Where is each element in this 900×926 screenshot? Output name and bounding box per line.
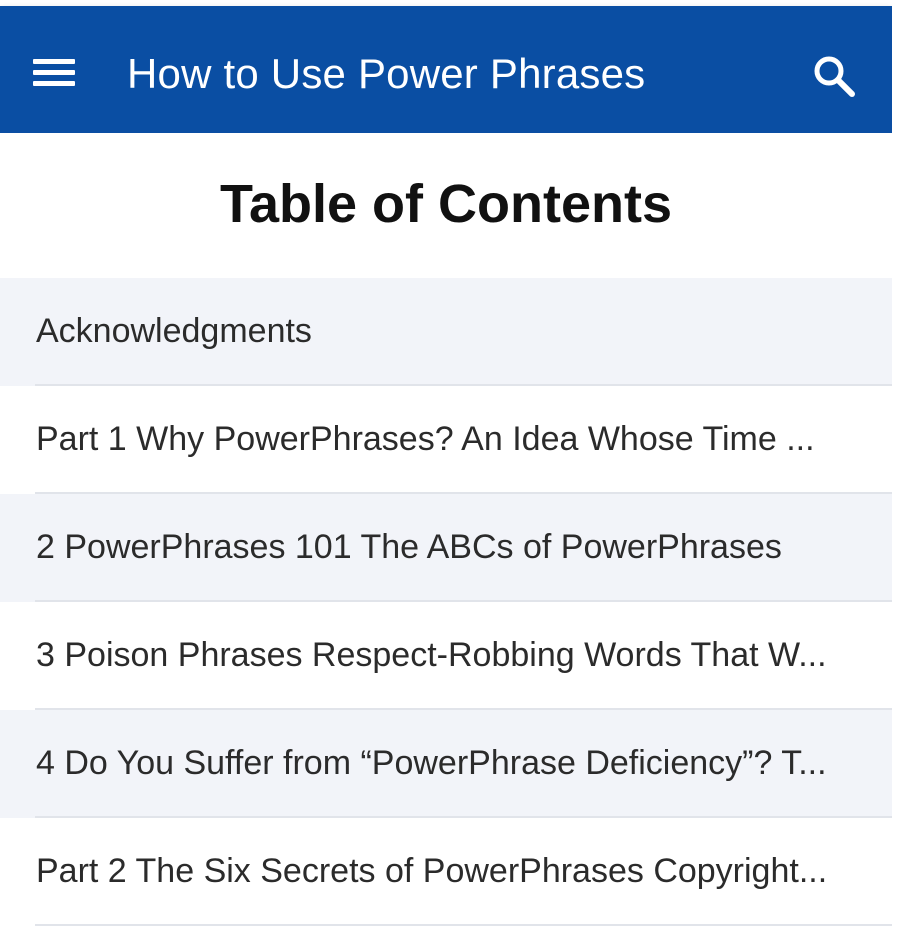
- toc-item-label: Acknowledgments: [36, 312, 312, 350]
- toc-item-label: 4 Do You Suffer from “PowerPhrase Defici…: [36, 744, 827, 782]
- menu-bar-line: [33, 81, 75, 86]
- search-icon[interactable]: [810, 52, 858, 100]
- main-content: Table of Contents Acknowledgments Part 1…: [0, 133, 892, 926]
- toc-item[interactable]: 3 Poison Phrases Respect-Robbing Words T…: [0, 602, 892, 710]
- search-icon-graphic: [814, 56, 855, 97]
- screen-edge: [892, 0, 900, 900]
- toc-item[interactable]: Part 1 Why PowerPhrases? An Idea Whose T…: [0, 386, 892, 494]
- toc-item-label: 3 Poison Phrases Respect-Robbing Words T…: [36, 636, 827, 674]
- hamburger-menu-icon[interactable]: [33, 53, 77, 87]
- menu-bar-line: [33, 70, 75, 75]
- toc-item[interactable]: 2 PowerPhrases 101 The ABCs of PowerPhra…: [0, 494, 892, 602]
- toc-item-label: Part 1 Why PowerPhrases? An Idea Whose T…: [36, 420, 815, 458]
- toc-item[interactable]: Part 2 The Six Secrets of PowerPhrases C…: [0, 818, 892, 926]
- page-title: Table of Contents: [220, 174, 672, 234]
- app-title: How to Use Power Phrases: [127, 50, 646, 97]
- toc-item[interactable]: 4 Do You Suffer from “PowerPhrase Defici…: [0, 710, 892, 818]
- menu-bar-line: [33, 59, 75, 64]
- toc-item-label: 2 PowerPhrases 101 The ABCs of PowerPhra…: [36, 528, 782, 566]
- app-bar: How to Use Power Phrases: [0, 6, 892, 133]
- toc-item[interactable]: Acknowledgments: [0, 278, 892, 386]
- toc-list: Acknowledgments Part 1 Why PowerPhrases?…: [0, 278, 892, 926]
- toc-item-label: Part 2 The Six Secrets of PowerPhrases C…: [36, 852, 828, 890]
